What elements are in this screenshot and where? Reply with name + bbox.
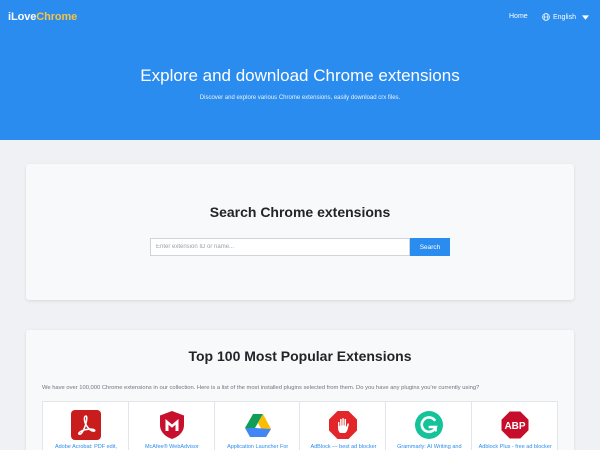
search-title: Search Chrome extensions <box>209 204 391 220</box>
extension-name[interactable]: McAfee® WebAdvisor <box>131 444 213 450</box>
extension-grid: Adobe Acrobat: PDF edit, McAfee® WebAdvi… <box>42 401 558 450</box>
search-button[interactable]: Search <box>410 238 450 256</box>
language-dropdown[interactable]: English <box>542 11 589 23</box>
google-drive-icon <box>244 414 271 437</box>
top-extensions-card: Top 100 Most Popular Extensions We have … <box>26 330 574 450</box>
adblock-icon <box>329 411 358 439</box>
extension-item[interactable]: Adobe Acrobat: PDF edit, <box>43 402 129 450</box>
adblock-plus-logo-text: ABP <box>505 421 526 432</box>
search-card: Search Chrome extensions Search <box>26 164 574 300</box>
globe-icon <box>542 13 550 21</box>
hero-title: Explore and download Chrome extensions <box>140 66 460 85</box>
caret-down-icon <box>581 14 589 20</box>
extension-name[interactable]: AdBlock — best ad blocker <box>302 444 384 450</box>
top-extensions-description: We have over 100,000 Chrome extensions i… <box>42 385 480 391</box>
extension-item[interactable]: Grammarly: AI Writing and <box>386 402 473 450</box>
extension-item[interactable]: McAfee® WebAdvisor <box>129 402 215 450</box>
grammarly-icon <box>415 411 444 439</box>
extension-name[interactable]: Adblock Plus - free ad blocker <box>474 444 556 450</box>
hero-subtitle: Discover and explore various Chrome exte… <box>199 95 401 101</box>
adobe-acrobat-icon <box>71 410 101 440</box>
site-logo[interactable]: iLoveChrome <box>8 11 77 23</box>
search-input[interactable] <box>150 238 410 256</box>
extension-name[interactable]: Application Launcher For <box>217 444 299 450</box>
navbar: iLoveChrome Home English <box>0 0 600 36</box>
mcafee-icon <box>159 411 184 439</box>
brand-main: iLove <box>8 11 37 23</box>
extension-name[interactable]: Grammarly: AI Writing and <box>388 444 470 450</box>
top-extensions-title: Top 100 Most Popular Extensions <box>188 348 412 364</box>
language-label: English <box>553 13 576 21</box>
adblock-plus-icon: ABP <box>500 410 530 440</box>
hero-banner: iLoveChrome Home English Explore and dow… <box>0 0 600 140</box>
brand-accent: Chrome <box>36 11 78 23</box>
nav-home-link[interactable]: Home <box>509 13 528 20</box>
extension-item[interactable]: Application Launcher For <box>215 402 301 450</box>
extension-item[interactable]: AdBlock — best ad blocker <box>300 402 387 450</box>
extension-name[interactable]: Adobe Acrobat: PDF edit, <box>45 444 127 450</box>
extension-item[interactable]: ABP Adblock Plus - free ad blocker <box>472 402 557 450</box>
